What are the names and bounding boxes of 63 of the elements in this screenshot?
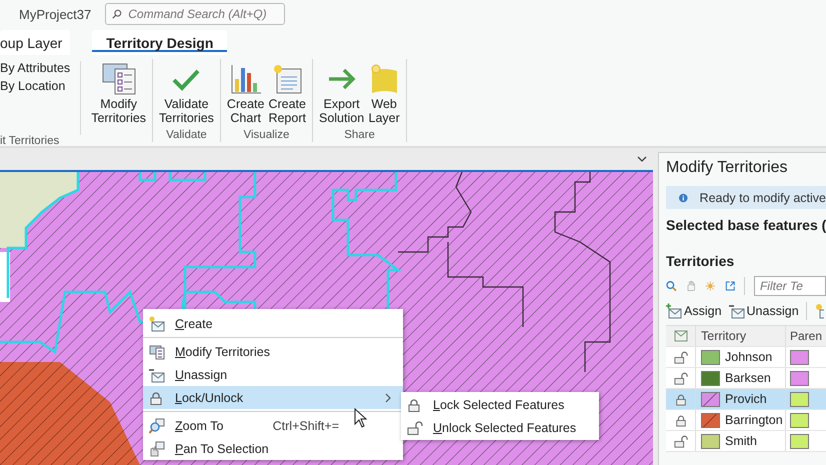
info-icon [679, 192, 688, 204]
search-icon [112, 8, 122, 20]
table-row[interactable]: Barrington [666, 410, 826, 431]
ribbon-button[interactable]: By Location [0, 79, 70, 93]
envelope-icon [728, 303, 745, 319]
menu-item[interactable]: Modify Territories [143, 340, 403, 363]
hand-icon[interactable] [686, 278, 696, 294]
table-row[interactable]: Smith [666, 431, 826, 452]
magnifier-icon [149, 418, 165, 434]
table-row[interactable]: Johnson [666, 347, 826, 368]
menu-item[interactable]: Zoom To Ctrl+Shift+= [143, 414, 403, 437]
action-button[interactable]: Unassign [728, 303, 799, 319]
territory-name: Barrington [725, 413, 783, 427]
ribbon-button[interactable]: By Attributes [0, 61, 70, 75]
section-heading: Selected base features ( [666, 217, 826, 233]
territory-name: Smith [725, 434, 757, 448]
menu-item[interactable]: Lock/Unlock [143, 386, 403, 409]
info-message: Ready to modify active [700, 190, 826, 204]
ribbon-button[interactable]: Modify Territories [91, 59, 146, 135]
ribbon-button[interactable]: Validate Territories [159, 59, 214, 129]
group-label: Share [344, 129, 375, 142]
search-icon[interactable] [666, 278, 677, 294]
ribbon-button[interactable]: Web Layer [368, 59, 400, 129]
envelope-icon [149, 316, 165, 332]
form-list-icon [149, 344, 165, 360]
padlock-icon [149, 390, 163, 404]
menu-item[interactable]: Unassign [143, 363, 403, 386]
bar-chart-icon [230, 63, 262, 95]
envelope-icon [674, 330, 688, 342]
group-label: it Territories [0, 135, 60, 148]
filter-field[interactable]: Filter Te [754, 276, 826, 296]
ribbon-button[interactable]: Export Solution [318, 59, 364, 129]
ribbon-tab[interactable]: Territory Design [92, 30, 228, 55]
territory-name: Johnson [725, 350, 772, 364]
territory-name: Barksen [725, 371, 771, 385]
action-button[interactable]: Assign [666, 303, 722, 319]
chevron-down-icon[interactable] [637, 156, 647, 162]
section-heading: Territories [666, 253, 736, 269]
command-search-field[interactable]: Command Search (Alt+Q) [105, 3, 286, 25]
open-padlock-icon [407, 420, 423, 434]
column-header[interactable]: Territory [696, 326, 786, 346]
form-list-icon [102, 61, 136, 95]
envelope-icon[interactable] [814, 303, 824, 319]
group-label: Validate [166, 129, 207, 142]
ribbon-tab[interactable]: oup Layer [0, 30, 70, 55]
menu-item[interactable]: Pan To Selection [143, 437, 403, 460]
column-header[interactable]: Paren [786, 326, 826, 346]
ribbon-button[interactable]: Create Chart [226, 59, 264, 129]
cursor-icon [354, 408, 368, 428]
hand-icon [149, 440, 165, 456]
report-icon [271, 63, 304, 95]
panel-title: Modify Territories [666, 159, 789, 177]
project-name: MyProject37 [19, 6, 92, 22]
group-label: Visualize [244, 129, 290, 142]
envelope-icon [149, 366, 165, 382]
territory-name: Provich [725, 392, 767, 406]
menu-item[interactable]: Lock Selected Features [401, 393, 599, 416]
menu-item[interactable]: Create [143, 312, 403, 335]
ribbon-button[interactable]: Create Report [268, 59, 306, 129]
padlock-icon [407, 398, 421, 412]
menu-item[interactable]: Unlock Selected Features [401, 416, 599, 439]
envelope-icon [666, 303, 682, 319]
table-row[interactable]: Provich [666, 389, 826, 410]
